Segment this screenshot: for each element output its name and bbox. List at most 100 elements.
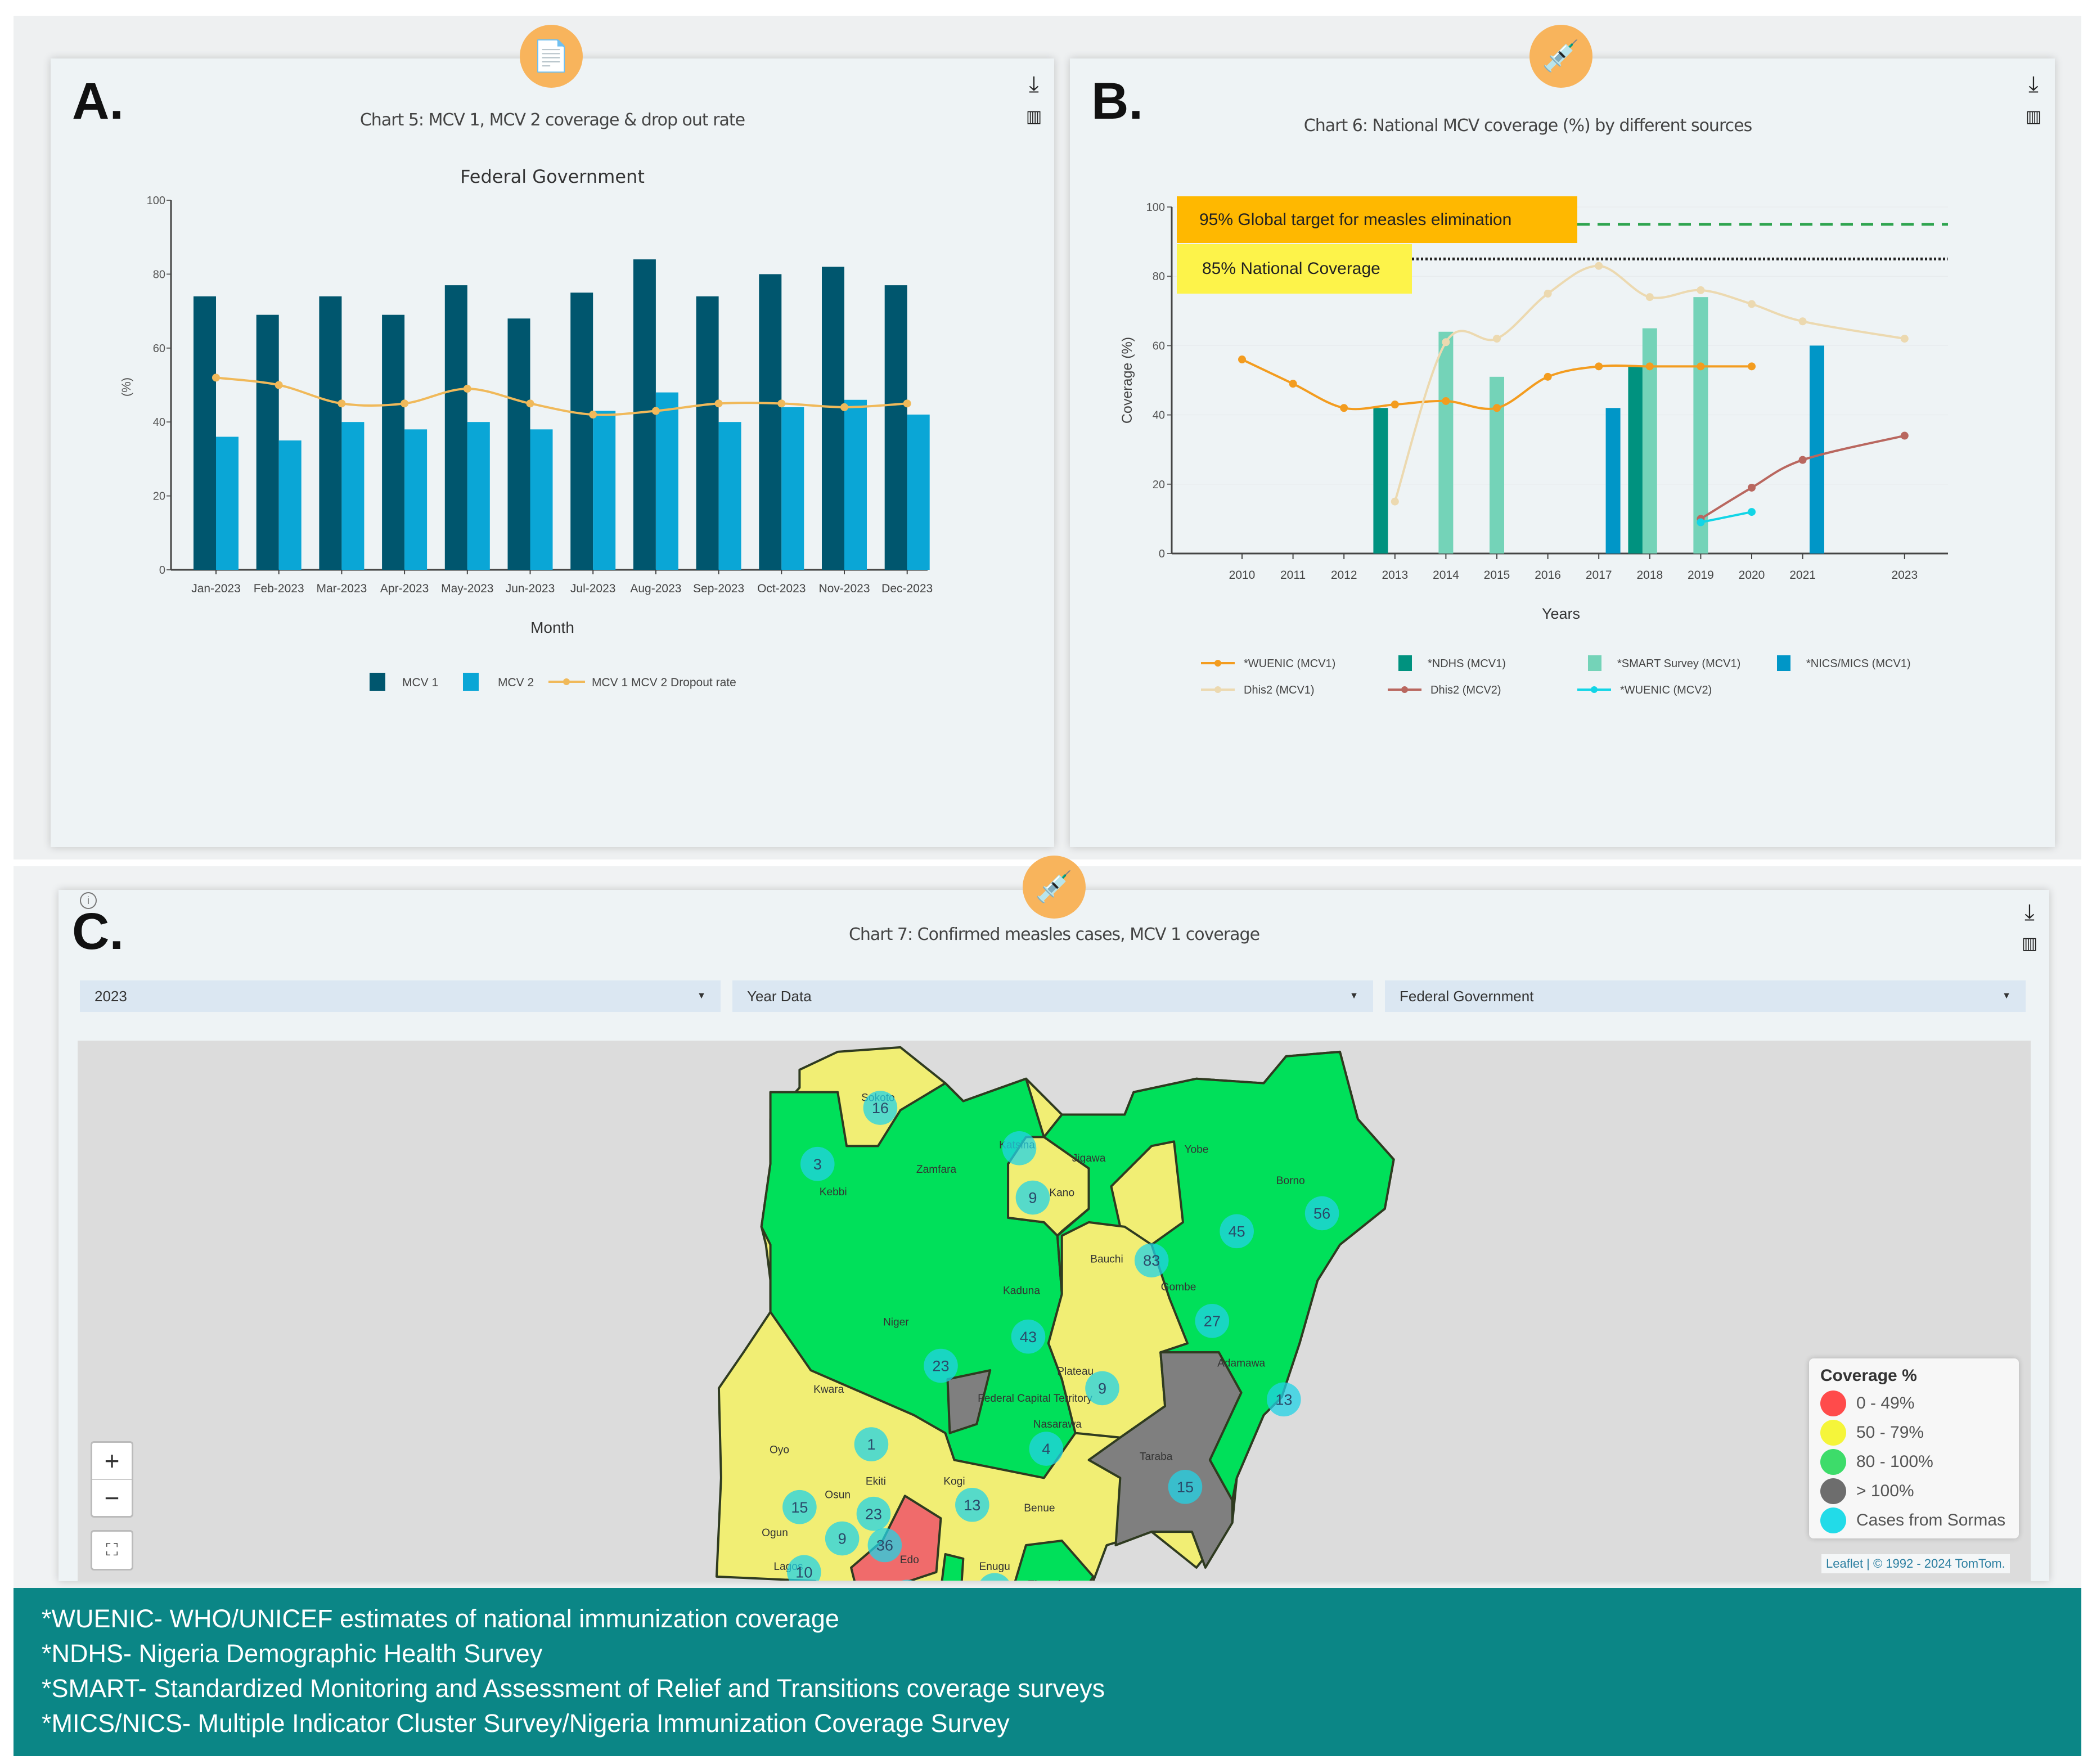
point-dhis2-mcv1 [1900,335,1909,343]
state-label: Taraba [1140,1451,1173,1462]
point-dhis2-mcv1 [1697,286,1705,294]
case-cluster-count: 10 [795,1563,812,1581]
state-label: Nasarawa [1033,1419,1082,1430]
case-cluster-count: 9 [838,1530,847,1547]
zoom-in-button[interactable]: + [92,1443,132,1480]
map-attribution[interactable]: Leaflet | © 1992 - 2024 TomTom. [1821,1554,2010,1573]
legend-label: *SMART Survey (MCV1) [1617,658,1740,670]
x-tick-label: 2013 [1382,569,1408,582]
bar-ndhs-mcv1 [1628,366,1643,554]
zoom-out-button[interactable]: − [92,1480,132,1516]
case-cluster-count: 9 [1098,1379,1106,1397]
state-label: Osun [825,1489,851,1501]
state-label: Jigawa [1072,1153,1106,1164]
state-label: Edo [900,1554,919,1566]
state-label: Ogun [762,1527,788,1539]
legend-label: *WUENIC (MCV1) [1244,658,1335,670]
state-label: Borno [1276,1175,1305,1187]
nigeria-map[interactable]: SokotoZamfaraKebbiKatsinaJigawaKanoYobeB… [703,1041,1406,1581]
legend-marker-dhis2-mcv2 [1401,686,1408,693]
x-tick-label: 2023 [1891,569,1918,582]
case-cluster-count: 23 [865,1505,882,1523]
case-cluster-count: 15 [1177,1478,1194,1496]
case-cluster-count: 23 [932,1357,949,1375]
bar-ndhs-mcv1 [1373,408,1388,554]
legend-item: 0 - 49% [1820,1389,2008,1418]
x-tick-label: 2014 [1433,569,1459,582]
x-tick-label: 2020 [1739,569,1765,582]
state-label: Ebonyi [1028,1579,1060,1581]
y-tick-label: 0 [1159,548,1165,560]
legend-item: Cases from Sormas [1820,1506,2008,1535]
case-cluster-count: 4 [1042,1440,1050,1457]
abbreviations-footer: *WUENIC- WHO/UNICEF estimates of nationa… [14,1588,2081,1756]
legend-label: Dhis2 (MCV1) [1244,684,1315,696]
y-tick-label: 60 [1153,340,1165,352]
x-tick-label: 2018 [1636,569,1663,582]
x-tick-label: 2015 [1484,569,1510,582]
state-label: Enugu [979,1561,1010,1573]
state-label: Gombe [1161,1281,1196,1293]
point-wuenic-mcv1 [1238,356,1246,364]
point-wuenic-mcv1 [1442,397,1450,405]
state-label: Kaduna [1003,1285,1040,1297]
y-tick-label: 20 [1153,479,1165,491]
point-dhis2-mcv1 [1544,290,1552,298]
case-cluster-marker [1002,1131,1037,1166]
point-wuenic-mcv1 [1493,404,1501,412]
point-dhis2-mcv1 [1595,262,1603,270]
x-tick-label: 2017 [1586,569,1612,582]
legend-item-label: > 100% [1856,1482,1914,1500]
legend-swatch-ndhs-mcv1 [1398,655,1412,671]
footer-line: *SMART- Standardized Monitoring and Asse… [42,1674,1105,1703]
map-legend: Coverage % 0 - 49% 50 - 79% 80 - 100% > 100… [1809,1358,2019,1538]
legend-color-dot-icon [1820,1478,1846,1504]
legend-label: *WUENIC (MCV2) [1620,684,1712,696]
case-cluster-count: 27 [1204,1312,1221,1330]
state-label: Oyo [770,1444,789,1456]
legend-item-label: Cases from Sormas [1856,1511,2006,1529]
point-wuenic-mcv1 [1289,380,1297,388]
point-wuenic-mcv2 [1697,518,1705,526]
caret-down-icon: ▼ [2002,991,2011,1001]
caret-down-icon: ▼ [1349,991,1358,1001]
x-tick-label: 2019 [1688,569,1714,582]
footer-line: *MICS/NICS- Multiple Indicator Cluster S… [42,1709,1010,1738]
download-icon[interactable]: ⤓ [2015,900,2044,925]
case-cluster-count: 1 [867,1436,875,1453]
point-dhis2-mcv1 [1391,497,1399,506]
y-axis-label: Coverage (%) [1119,337,1135,424]
legend-color-dot-icon [1820,1508,1846,1533]
bar-smart-survey-mcv1 [1642,328,1657,554]
state-label: Niger [883,1316,909,1328]
legend-item-label: 50 - 79% [1856,1423,1924,1442]
year-select[interactable]: 2023 ▼ [80,980,721,1012]
chart-b-svg: 0 20 40 60 80 100 2010 2011 2012 2013 2014 2015 2016… [1119,201,1948,696]
point-dhis2-mcv2 [1798,456,1807,464]
point-dhis2-mcv1 [1442,338,1450,346]
case-cluster-count: 56 [1313,1204,1330,1222]
legend-marker-dhis2-mcv1 [1214,686,1221,693]
legend-swatch-smart-survey-mcv1 [1588,655,1601,671]
point-dhis2-mcv1 [1645,293,1654,302]
case-cluster-count: 3 [813,1155,822,1173]
chart-c-title: Chart 7: Confirmed measles cases, MCV 1 … [848,925,1260,944]
x-tick-label: 2021 [1789,569,1816,582]
legend-item-label: 0 - 49% [1856,1394,1915,1412]
level-select[interactable]: Federal Government ▼ [1385,980,2026,1012]
map-view[interactable]: SokotoZamfaraKebbiKatsinaJigawaKanoYobeB… [78,1041,2031,1581]
fullscreen-button[interactable]: ⛶ [91,1530,133,1570]
point-dhis2-mcv1 [1748,300,1756,308]
case-cluster-count: 15 [791,1498,808,1516]
period-select[interactable]: Year Data ▼ [732,980,1373,1012]
state-label: Zamfara [916,1164,957,1176]
point-wuenic-mcv1 [1645,362,1654,371]
point-wuenic-mcv1 [1595,362,1603,371]
legend-color-dot-icon [1820,1390,1846,1416]
point-wuenic-mcv2 [1748,508,1756,516]
footer-line: *NDHS- Nigeria Demographic Health Survey [42,1639,543,1668]
case-cluster-count: 83 [1143,1252,1160,1269]
chart-view-icon[interactable]: ▥ [2015,934,2044,953]
legend-swatch-nics-mics-mcv1 [1777,655,1790,671]
zoom-control: + − [91,1441,133,1518]
